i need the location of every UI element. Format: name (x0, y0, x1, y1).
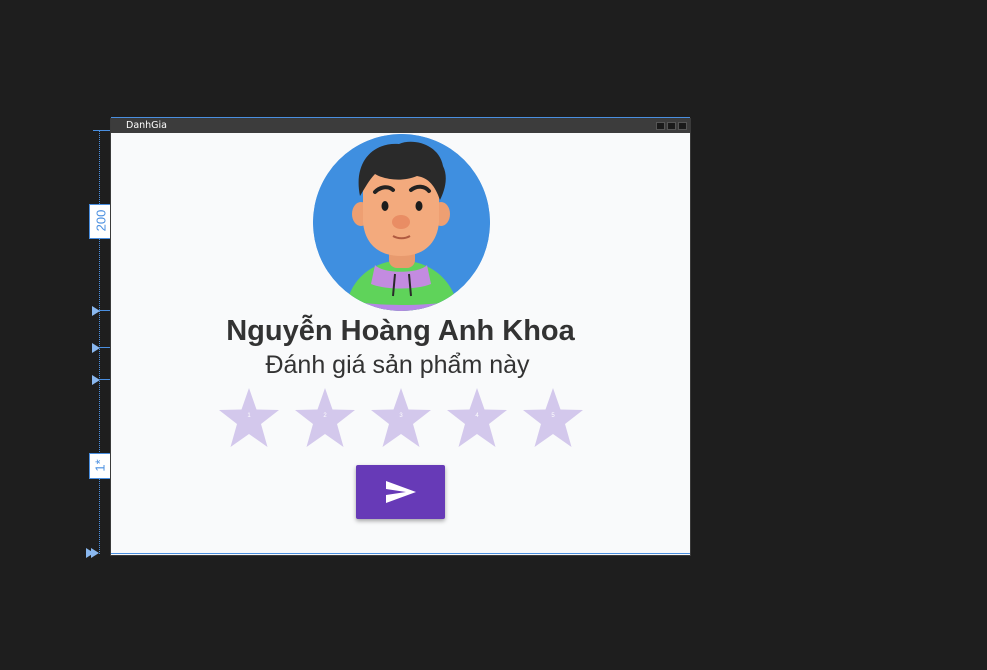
minimize-button[interactable] (656, 122, 665, 130)
star-2-button[interactable]: 2 (292, 386, 358, 450)
star-3-button[interactable]: 3 (368, 386, 434, 450)
send-icon (385, 481, 416, 503)
row-marker-1[interactable] (92, 306, 100, 316)
window-title: DanhGia (126, 120, 168, 131)
star-5-label: 5 (551, 413, 555, 419)
close-button[interactable] (678, 122, 687, 130)
column-guide-top (111, 117, 690, 118)
star-1-label: 1 (247, 413, 251, 419)
maximize-button[interactable] (667, 122, 676, 130)
row-marker-5[interactable] (91, 548, 99, 558)
row-height-label-star[interactable]: 1* (89, 453, 111, 479)
row-marker-2[interactable] (92, 343, 100, 353)
row-guide-top-tick (93, 130, 111, 131)
window-danhgia: DanhGia Nguyễn Hoàng Anh Khoa Đánh giá s… (111, 119, 690, 555)
title-bar[interactable]: DanhGia (111, 119, 690, 133)
row-guide-line (99, 130, 100, 554)
star-rating: 1 2 3 4 5 (216, 386, 591, 450)
row-height-label-200[interactable]: 200 (89, 204, 111, 239)
star-4-button[interactable]: 4 (444, 386, 510, 450)
designer-surface: 200 1* DanhGia Nguyễn Hoàng Anh Khoa Đán… (0, 0, 987, 670)
avatar-illustration (313, 134, 490, 311)
star-3-label: 3 (399, 413, 403, 419)
star-5-button[interactable]: 5 (520, 386, 586, 450)
avatar (313, 134, 490, 311)
window-bottom-guide (111, 553, 690, 554)
star-1-button[interactable]: 1 (216, 386, 282, 450)
rating-prompt: Đánh giá sản phẩm này (265, 351, 530, 379)
star-4-label: 4 (475, 413, 479, 419)
star-2-label: 2 (323, 413, 327, 419)
user-name: Nguyễn Hoàng Anh Khoa (226, 315, 575, 347)
row-marker-3[interactable] (92, 375, 100, 385)
send-button[interactable] (356, 465, 445, 519)
